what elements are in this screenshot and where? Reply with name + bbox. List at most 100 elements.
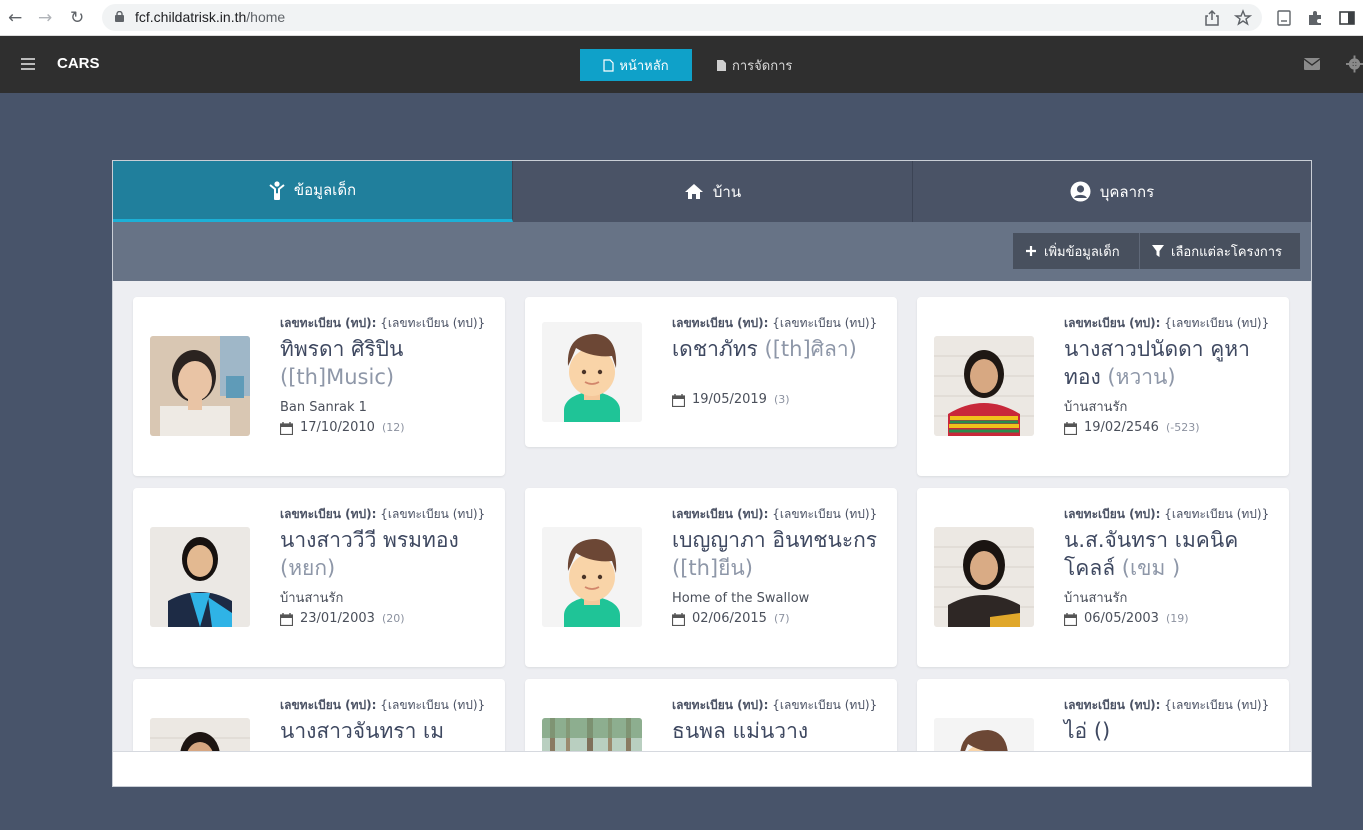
filter-project-button[interactable]: เลือกแต่ละโครงการ bbox=[1139, 233, 1300, 269]
sidebar-icon[interactable] bbox=[1338, 9, 1356, 27]
child-icon bbox=[269, 180, 285, 200]
child-info: เลขทะเบียน (ทป): {เลขทะเบียน (ทป)} ธนพล … bbox=[672, 695, 882, 745]
calendar-icon bbox=[280, 612, 293, 626]
file-icon bbox=[717, 59, 726, 71]
tab-homes-label: บ้าน bbox=[712, 182, 742, 201]
child-avatar bbox=[934, 718, 1034, 751]
child-info: เลขทะเบียน (ทป): {เลขทะเบียน (ทป)} นางสา… bbox=[280, 504, 490, 629]
browser-toolbar: ← → ↻ fcf.childatrisk.in.th/home bbox=[0, 0, 1363, 36]
brand-name[interactable]: CARS bbox=[57, 55, 100, 72]
child-home: บ้านสานรัก bbox=[1064, 400, 1128, 415]
file-icon bbox=[603, 58, 615, 72]
tab-staff-label: บุคลากร bbox=[1099, 182, 1155, 201]
app-navbar: CARS หน้าหลัก การจัดการ bbox=[0, 36, 1363, 93]
add-child-button[interactable]: เพิ่มข้อมูลเด็ก bbox=[1013, 233, 1139, 269]
lock-icon bbox=[115, 11, 124, 22]
manage-nav-button[interactable]: การจัดการ bbox=[716, 49, 792, 81]
child-birthdate: 19/02/2546 (-523) bbox=[1064, 418, 1274, 438]
calendar-icon bbox=[1064, 421, 1077, 435]
child-name: น.ส.จันทรา เมคนิคโคลล์ (เขม ) bbox=[1064, 528, 1239, 580]
child-card-grid: เลขทะเบียน (ทป): {เลขทะเบียน (ทป)} ทิพรด… bbox=[113, 281, 1311, 751]
child-card[interactable]: เลขทะเบียน (ทป): {เลขทะเบียน (ทป)} ทิพรด… bbox=[133, 297, 505, 476]
manage-nav-label: การจัดการ bbox=[732, 58, 793, 74]
tab-children-label: ข้อมูลเด็ก bbox=[293, 181, 357, 199]
child-photo bbox=[934, 527, 1034, 627]
section-tabs: ข้อมูลเด็ก บ้าน บุคลากร bbox=[113, 161, 1311, 222]
child-name: ไอ่ () bbox=[1064, 719, 1111, 743]
child-name: เบญญาภา อินทชนะกร ([th]ยีน) bbox=[672, 528, 878, 580]
home-nav-button[interactable]: หน้าหลัก bbox=[580, 49, 692, 81]
child-card[interactable]: เลขทะเบียน (ทป): {เลขทะเบียน (ทป)} ไอ่ (… bbox=[917, 679, 1289, 751]
child-photo bbox=[150, 718, 250, 751]
forward-icon[interactable]: → bbox=[38, 8, 52, 28]
child-home: บ้านสานรัก bbox=[280, 591, 344, 606]
registration-number: เลขทะเบียน (ทป): {เลขทะเบียน (ทป)} bbox=[672, 698, 878, 712]
filter-icon bbox=[1152, 245, 1164, 257]
calendar-icon bbox=[1064, 612, 1077, 626]
child-photo bbox=[150, 336, 250, 436]
child-info: เลขทะเบียน (ทป): {เลขทะเบียน (ทป)} นางสา… bbox=[280, 695, 490, 745]
child-home bbox=[672, 370, 882, 390]
child-home: Home of the Swallow bbox=[672, 591, 810, 606]
registration-number: เลขทะเบียน (ทป): {เลขทะเบียน (ทป)} bbox=[1064, 507, 1270, 521]
child-birthdate: 23/01/2003 (20) bbox=[280, 609, 490, 629]
calendar-icon bbox=[672, 612, 685, 626]
calendar-icon bbox=[672, 393, 685, 407]
child-birthdate: 02/06/2015 (7) bbox=[672, 609, 882, 629]
gear-icon[interactable] bbox=[1346, 55, 1363, 73]
registration-number: เลขทะเบียน (ทป): {เลขทะเบียน (ทป)} bbox=[1064, 698, 1270, 712]
tab-children[interactable]: ข้อมูลเด็ก bbox=[113, 161, 513, 222]
child-card[interactable]: เลขทะเบียน (ทป): {เลขทะเบียน (ทป)} นางสา… bbox=[917, 297, 1289, 476]
calendar-icon bbox=[280, 421, 293, 435]
registration-number: เลขทะเบียน (ทป): {เลขทะเบียน (ทป)} bbox=[1064, 316, 1270, 330]
child-info: เลขทะเบียน (ทป): {เลขทะเบียน (ทป)} นางสา… bbox=[1064, 313, 1274, 438]
child-card[interactable]: เลขทะเบียน (ทป): {เลขทะเบียน (ทป)} นางสา… bbox=[133, 679, 505, 751]
child-info: เลขทะเบียน (ทป): {เลขทะเบียน (ทป)} เดชาภ… bbox=[672, 313, 882, 410]
back-icon[interactable]: ← bbox=[8, 8, 22, 28]
child-info: เลขทะเบียน (ทป): {เลขทะเบียน (ทป)} ทิพรด… bbox=[280, 313, 490, 438]
child-avatar bbox=[542, 322, 642, 422]
registration-number: เลขทะเบียน (ทป): {เลขทะเบียน (ทป)} bbox=[280, 507, 486, 521]
add-child-label: เพิ่มข้อมูลเด็ก bbox=[1044, 244, 1120, 260]
child-card[interactable]: เลขทะเบียน (ทป): {เลขทะเบียน (ทป)} นางสา… bbox=[133, 488, 505, 667]
child-name: ธนพล แม่นวาง bbox=[672, 719, 809, 743]
document-icon[interactable] bbox=[1275, 9, 1293, 27]
child-photo bbox=[542, 718, 642, 751]
menu-icon[interactable] bbox=[21, 58, 35, 73]
child-card[interactable]: เลขทะเบียน (ทป): {เลขทะเบียน (ทป)} ธนพล … bbox=[525, 679, 897, 751]
registration-number: เลขทะเบียน (ทป): {เลขทะเบียน (ทป)} bbox=[672, 507, 878, 521]
address-bar[interactable]: fcf.childatrisk.in.th/home bbox=[102, 4, 1262, 31]
filter-project-label: เลือกแต่ละโครงการ bbox=[1171, 244, 1283, 260]
child-home: บ้านสานรัก bbox=[1064, 591, 1128, 606]
child-photo bbox=[934, 336, 1034, 436]
mail-icon[interactable] bbox=[1304, 57, 1320, 71]
share-icon[interactable] bbox=[1203, 9, 1221, 27]
child-name: ทิพรดา ศิริปิน ([th]Music) bbox=[280, 337, 404, 389]
child-birthdate: 17/10/2010 (12) bbox=[280, 418, 490, 438]
child-name: นางสาววีวี พรมทอง (หยก) bbox=[280, 528, 459, 580]
url-text: fcf.childatrisk.in.th/home bbox=[135, 9, 286, 25]
tab-staff[interactable]: บุคลากร bbox=[913, 161, 1311, 222]
extensions-icon[interactable] bbox=[1306, 9, 1324, 27]
home-icon bbox=[684, 184, 703, 199]
tab-homes[interactable]: บ้าน bbox=[513, 161, 913, 222]
star-icon[interactable] bbox=[1234, 9, 1252, 27]
reload-icon[interactable]: ↻ bbox=[70, 8, 84, 28]
children-panel: ข้อมูลเด็ก บ้าน บุคลากร เพิ่มข้อมูลเด็ก … bbox=[112, 160, 1312, 787]
child-name: นางสาวปนัดดา คูหาทอง (หวาน) bbox=[1064, 337, 1250, 389]
home-nav-label: หน้าหลัก bbox=[619, 58, 669, 74]
panel-toolbar: เพิ่มข้อมูลเด็ก เลือกแต่ละโครงการ bbox=[113, 222, 1311, 281]
child-card[interactable]: เลขทะเบียน (ทป): {เลขทะเบียน (ทป)} เดชาภ… bbox=[525, 297, 897, 447]
plus-icon bbox=[1026, 246, 1036, 256]
child-info: เลขทะเบียน (ทป): {เลขทะเบียน (ทป)} น.ส.จ… bbox=[1064, 504, 1274, 629]
child-card[interactable]: เลขทะเบียน (ทป): {เลขทะเบียน (ทป)} เบญญา… bbox=[525, 488, 897, 667]
panel-footer bbox=[113, 751, 1311, 786]
child-name: เดชาภัทร ([th]ศิลา) bbox=[672, 337, 857, 361]
registration-number: เลขทะเบียน (ทป): {เลขทะเบียน (ทป)} bbox=[672, 316, 878, 330]
registration-number: เลขทะเบียน (ทป): {เลขทะเบียน (ทป)} bbox=[280, 316, 486, 330]
child-home: Ban Sanrak 1 bbox=[280, 400, 367, 415]
child-info: เลขทะเบียน (ทป): {เลขทะเบียน (ทป)} ไอ่ (… bbox=[1064, 695, 1274, 745]
child-birthdate: 06/05/2003 (19) bbox=[1064, 609, 1274, 629]
child-birthdate: 19/05/2019 (3) bbox=[672, 390, 882, 410]
child-card[interactable]: เลขทะเบียน (ทป): {เลขทะเบียน (ทป)} น.ส.จ… bbox=[917, 488, 1289, 667]
